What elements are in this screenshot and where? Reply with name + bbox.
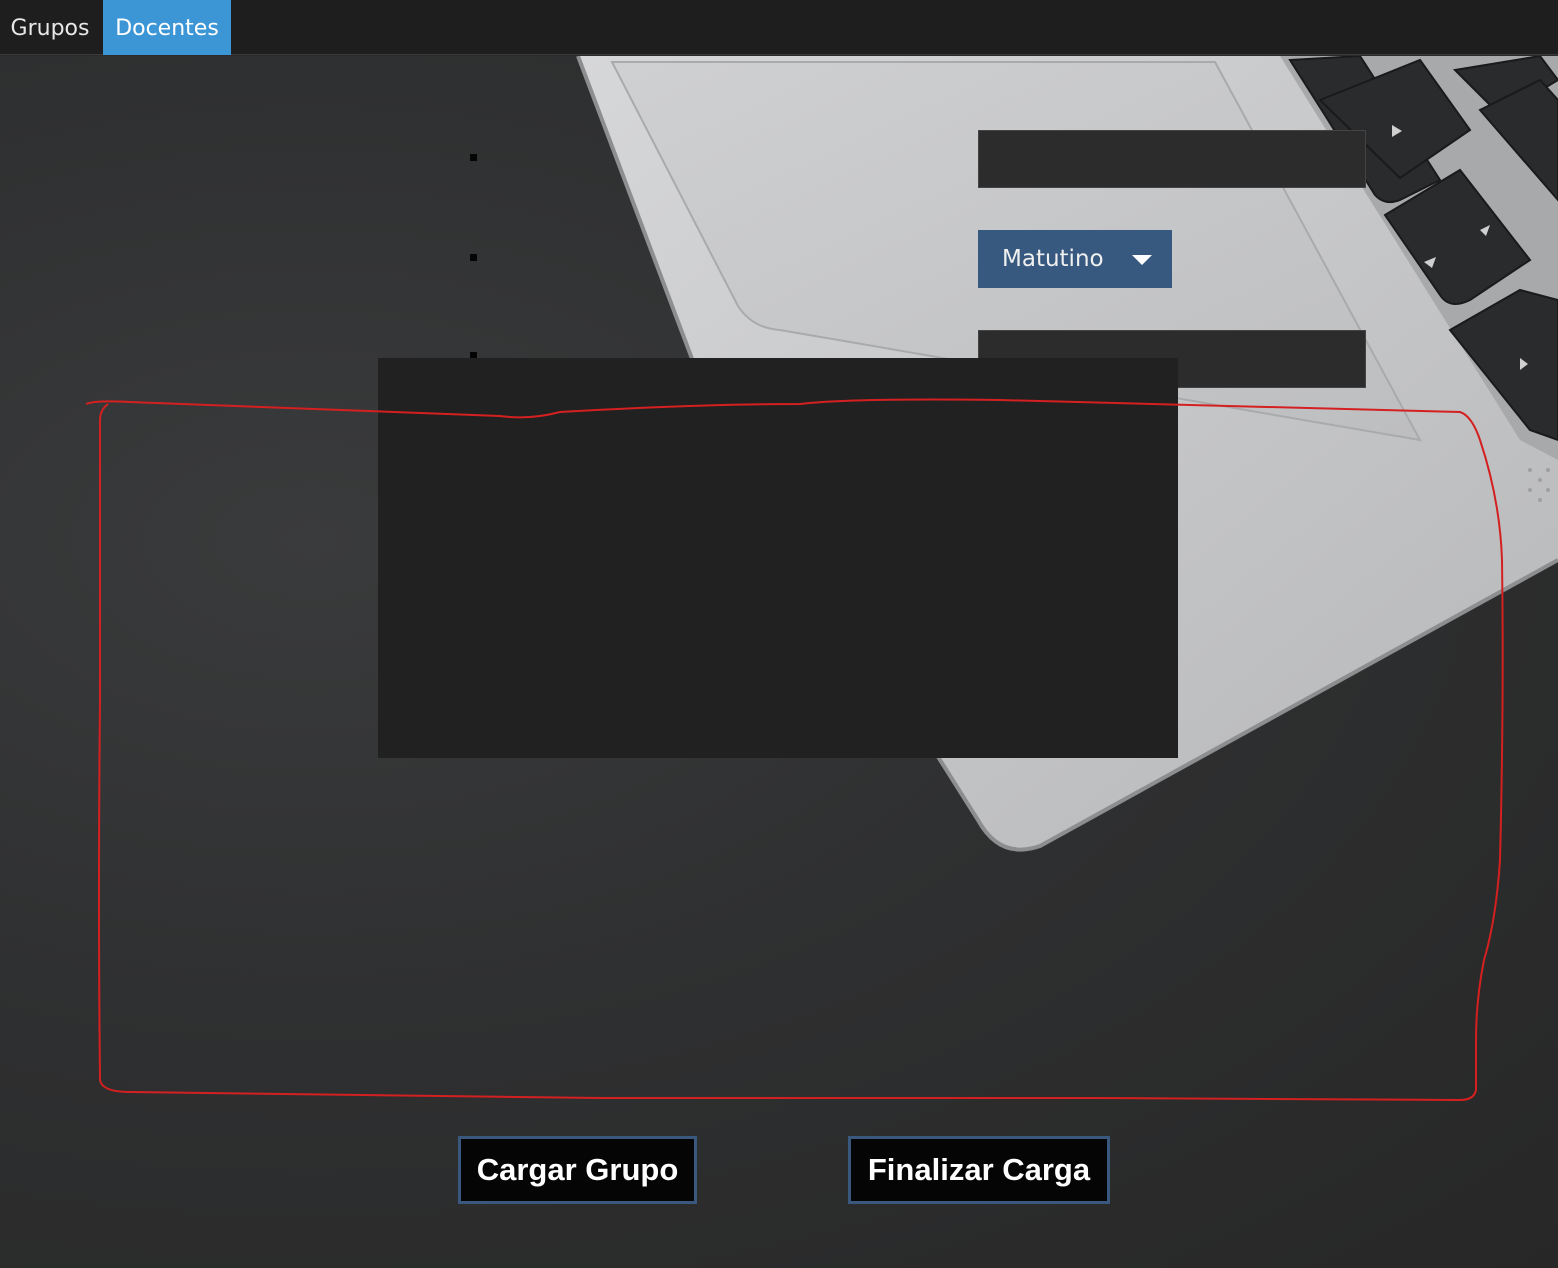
tab-grupos[interactable]: Grupos bbox=[0, 0, 100, 55]
finish-load-button[interactable]: Finalizar Carga bbox=[848, 1136, 1110, 1204]
load-group-button[interactable]: Cargar Grupo bbox=[458, 1136, 697, 1204]
tab-docentes[interactable]: Docentes bbox=[103, 0, 231, 55]
shift-select-value: Matutino bbox=[1002, 246, 1104, 272]
app-window: Grupos Docentes Matutino Cargar Grupo Fi… bbox=[0, 0, 1558, 1268]
tab-bar: Grupos Docentes bbox=[0, 0, 1558, 55]
shift-select[interactable]: Matutino bbox=[978, 230, 1172, 288]
workspace: Matutino Cargar Grupo Finalizar Carga bbox=[0, 56, 1558, 1268]
text-input-top[interactable] bbox=[978, 130, 1366, 188]
label-marker-2 bbox=[470, 254, 477, 261]
label-marker-1 bbox=[470, 154, 477, 161]
content-panel bbox=[378, 358, 1178, 758]
chevron-down-icon bbox=[1132, 255, 1152, 265]
